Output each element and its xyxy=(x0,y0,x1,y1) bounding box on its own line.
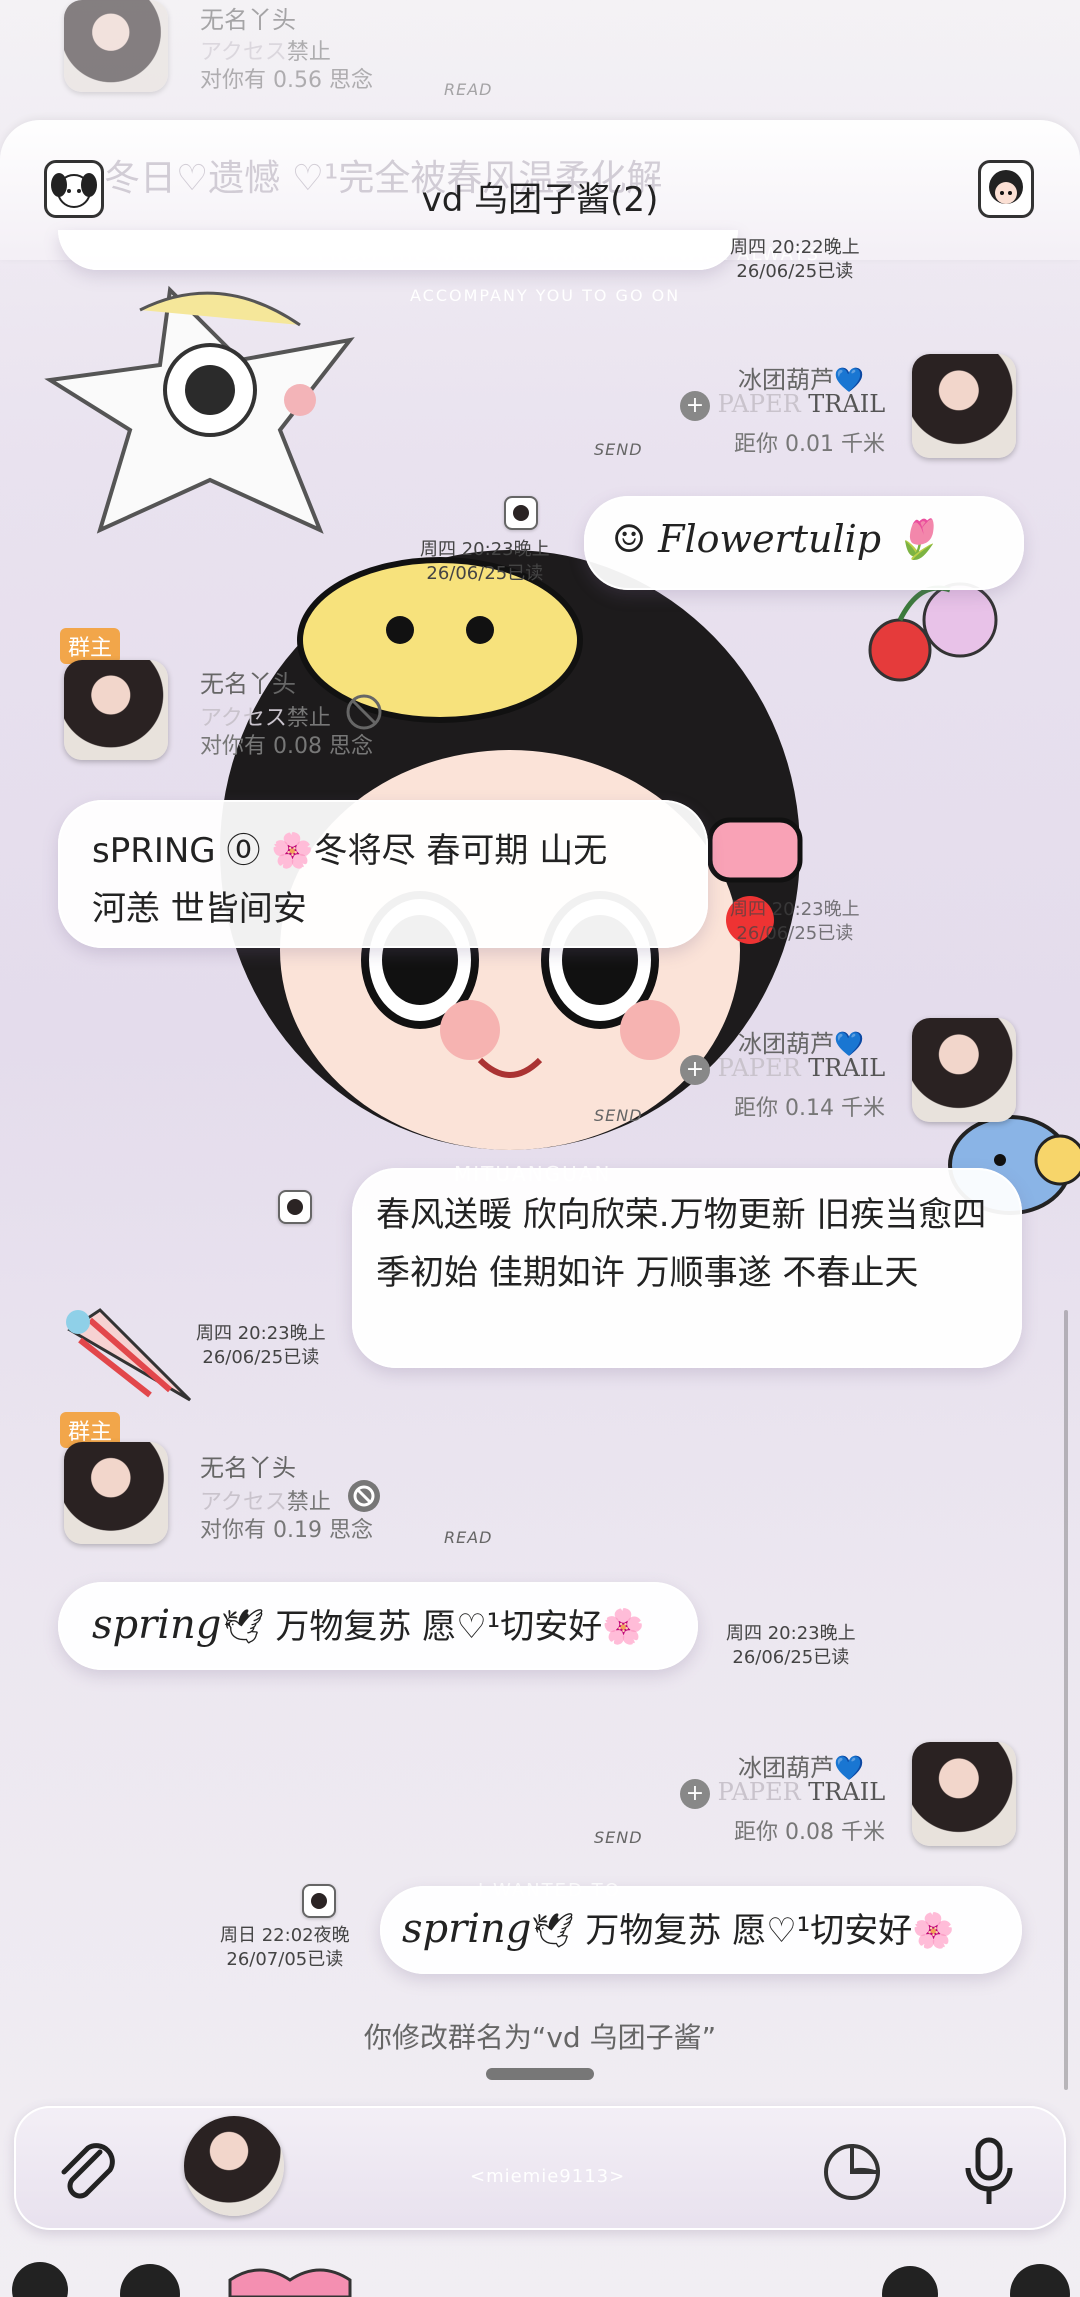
message-text: 春风送暖 欣向欣荣.万物更新 旧疾当愈四季初始 佳期如许 万顺事遂 不春止天 xyxy=(376,1195,987,1293)
plus-icon: + xyxy=(680,1779,710,1809)
block-icon xyxy=(348,1480,380,1512)
message-time: 周四 20:23晚上 26/06/25已读 xyxy=(730,899,860,944)
scroll-handle[interactable] xyxy=(486,2068,594,2080)
read-label: READ xyxy=(444,1528,493,1547)
distance-text: 距你 0.08 千米 xyxy=(734,1820,885,1845)
user-avatar[interactable] xyxy=(184,2116,284,2216)
message-time: 周日 22:02夜晚 26/07/05已读 xyxy=(220,1925,350,1970)
affection-text: 对你有 0.56 思念 xyxy=(200,68,373,93)
microphone-icon[interactable] xyxy=(954,2134,1024,2210)
sender-tag: + PAPER TRAIL xyxy=(680,1778,885,1809)
message-bubble[interactable]: sPRING ⓪ 🌸冬将尽 春可期 山无 河恙 世皆间安 xyxy=(58,800,708,948)
group-avatar-icon xyxy=(989,170,1023,204)
top-partial-message: 无名丫头 アクセス禁止 对你有 0.56 思念 READ xyxy=(0,0,1080,120)
bottom-sticker-strip xyxy=(0,2250,1080,2297)
sender-tag: + PAPER TRAIL xyxy=(680,390,885,421)
mini-avatar xyxy=(302,1884,336,1918)
scrollbar[interactable] xyxy=(1064,1310,1068,2090)
affection-text: 对你有 0.19 思念 xyxy=(200,1518,373,1543)
message-bubble[interactable]: spring🕊 万物复苏 愿♡¹切安好🌸 xyxy=(380,1886,1022,1974)
plus-icon: + xyxy=(680,1055,710,1085)
message-bubble[interactable]: ☺ Flowertulip 🌷 xyxy=(584,496,1024,590)
sender-name: 无名丫头 xyxy=(200,1454,296,1482)
message-time: 周四 20:23晚上 26/06/25已读 xyxy=(726,1623,856,1668)
message-text: sPRING ⓪ 🌸冬将尽 春可期 山无 xyxy=(92,831,608,871)
message-time: 周四 20:22晚上 26/06/25已读 xyxy=(730,237,860,282)
avatar[interactable] xyxy=(912,354,1016,458)
avatar[interactable] xyxy=(64,660,168,760)
distance-text: 距你 0.14 千米 xyxy=(734,1096,885,1121)
message-bubble[interactable]: spring🕊 万物复苏 愿♡¹切安好🌸 xyxy=(58,1582,698,1670)
input-placeholder[interactable]: <miemie9113> xyxy=(470,2166,625,2187)
message-script-text: spring xyxy=(402,1906,532,1952)
header-bg-text-3: ACCOMPANY YOU TO GO ON xyxy=(410,286,681,305)
message-script-text: spring xyxy=(92,1602,222,1648)
page-title: vd 乌团子酱(2) xyxy=(421,180,659,220)
sender-tag: + PAPER TRAIL xyxy=(680,1054,885,1085)
message-text: 🕊 万物复苏 愿♡¹切安好🌸 xyxy=(531,1911,955,1951)
plus-icon: + xyxy=(680,391,710,421)
message-time: 周四 20:23晚上 26/06/25已读 xyxy=(420,539,550,584)
message-bubble[interactable]: 春风送暖 欣向欣荣.万物更新 旧疾当愈四季初始 佳期如许 万顺事遂 不春止天 xyxy=(352,1168,1022,1368)
avatar[interactable] xyxy=(64,0,168,92)
paperclip-icon[interactable] xyxy=(48,2134,128,2214)
affection-text: 对你有 0.08 思念 xyxy=(200,734,373,759)
sender-name: 无名丫头 xyxy=(200,670,296,698)
message-time: 周四 20:23晚上 26/06/25已读 xyxy=(196,1323,326,1368)
sender-name: 无名丫头 xyxy=(200,6,296,34)
input-bar: <miemie9113> xyxy=(14,2106,1066,2230)
avatar[interactable] xyxy=(912,1018,1016,1122)
read-label: READ xyxy=(444,80,493,99)
send-label: SEND xyxy=(594,1828,643,1847)
message-text: ☺ Flowertulip 🌷 xyxy=(612,517,941,561)
distance-text: 距你 0.01 千米 xyxy=(734,432,885,457)
block-icon xyxy=(346,694,382,730)
message-bubble-partial[interactable] xyxy=(58,230,738,270)
message-text: 河恙 世皆间安 xyxy=(92,889,307,929)
message-text: 🕊 万物复苏 愿♡¹切安好🌸 xyxy=(221,1607,645,1647)
avatar[interactable] xyxy=(64,1442,168,1544)
owner-badge: 群主 xyxy=(60,628,121,664)
sticker-icon[interactable] xyxy=(820,2140,884,2204)
send-label: SEND xyxy=(594,1106,643,1125)
send-label: SEND xyxy=(594,440,643,459)
mini-avatar xyxy=(278,1190,312,1224)
avatar[interactable] xyxy=(912,1742,1016,1846)
party-hat-sticker xyxy=(66,1308,192,1402)
mini-avatar xyxy=(504,496,538,530)
system-notice: 你修改群名为“vd 乌团子酱” xyxy=(363,2021,717,2054)
group-info-button[interactable] xyxy=(978,160,1034,218)
